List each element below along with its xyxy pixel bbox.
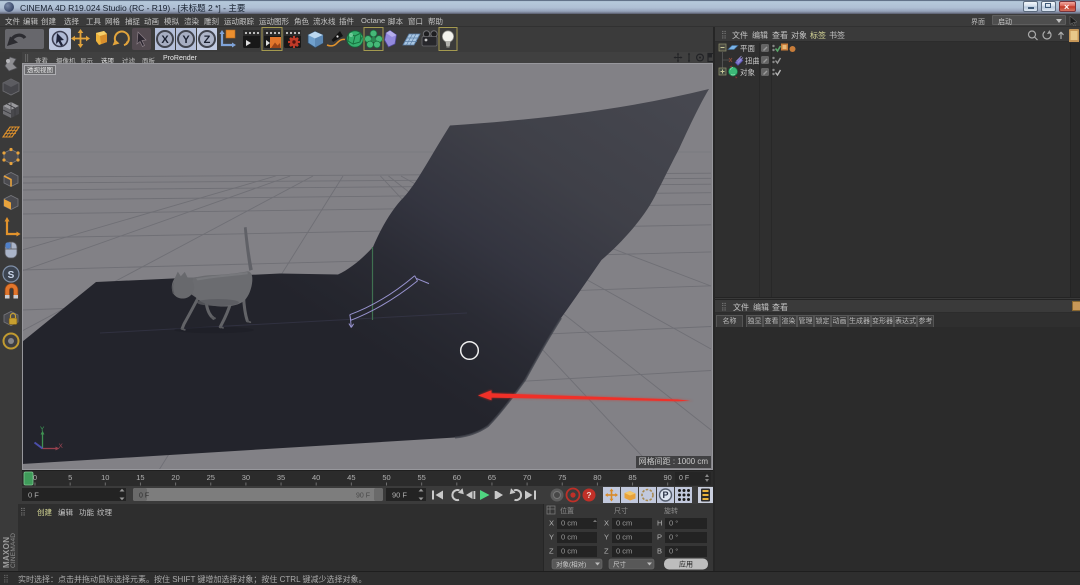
svg-text:0 °: 0 °: [669, 547, 678, 556]
svg-text:0 F: 0 F: [28, 491, 39, 500]
svg-text:X: X: [604, 519, 609, 528]
svg-text:90 F: 90 F: [356, 493, 370, 500]
svg-text:30: 30: [242, 473, 250, 482]
svg-text:55: 55: [417, 473, 425, 482]
svg-text:P: P: [657, 533, 662, 542]
svg-text:0: 0: [33, 473, 37, 482]
svg-text:0 F: 0 F: [139, 493, 149, 500]
svg-text:90: 90: [664, 473, 672, 482]
svg-text:50: 50: [382, 473, 390, 482]
svg-text:Y: Y: [604, 533, 609, 542]
svg-text:P: P: [662, 490, 668, 500]
svg-text:S: S: [8, 270, 15, 281]
svg-text:80: 80: [593, 473, 601, 482]
svg-text:Z: Z: [549, 547, 554, 556]
svg-text:0 cm: 0 cm: [616, 533, 632, 542]
svg-text:40: 40: [312, 473, 320, 482]
svg-text:0 cm: 0 cm: [616, 547, 632, 556]
svg-text:?: ?: [586, 490, 591, 500]
svg-text:Y: Y: [182, 34, 190, 46]
svg-text:20: 20: [171, 473, 179, 482]
svg-text:65: 65: [488, 473, 496, 482]
svg-text:10: 10: [101, 473, 109, 482]
svg-text:85: 85: [628, 473, 636, 482]
svg-text:X: X: [549, 519, 554, 528]
svg-text:0 °: 0 °: [669, 519, 678, 528]
svg-text:H: H: [657, 519, 662, 528]
svg-text:0 cm: 0 cm: [561, 547, 577, 556]
svg-text:Z: Z: [204, 34, 211, 46]
svg-text:尺寸: 尺寸: [613, 560, 627, 569]
svg-text:70: 70: [523, 473, 531, 482]
svg-text:0 cm: 0 cm: [561, 533, 577, 542]
svg-text:75: 75: [558, 473, 566, 482]
svg-text:旋转: 旋转: [664, 506, 678, 515]
svg-text:位置: 位置: [560, 506, 574, 515]
svg-text:Z: Z: [604, 547, 609, 556]
svg-text:5: 5: [68, 473, 72, 482]
svg-text:对象: 对象: [740, 67, 755, 77]
svg-text:0 cm: 0 cm: [616, 519, 632, 528]
svg-text:60: 60: [453, 473, 461, 482]
svg-text:Y: Y: [549, 533, 554, 542]
svg-text:90 F: 90 F: [392, 491, 407, 500]
svg-text:35: 35: [277, 473, 285, 482]
svg-text:B: B: [657, 547, 662, 556]
svg-text:0 °: 0 °: [669, 533, 678, 542]
svg-text:Y: Y: [40, 426, 45, 433]
svg-text:对象(相对): 对象(相对): [556, 560, 586, 569]
svg-text:应用: 应用: [679, 560, 693, 569]
svg-text:X: X: [161, 34, 169, 46]
svg-text:平面: 平面: [740, 44, 755, 53]
svg-text:X: X: [59, 443, 64, 450]
svg-text:25: 25: [207, 473, 215, 482]
svg-text:45: 45: [347, 473, 355, 482]
svg-text:扭曲: 扭曲: [745, 56, 760, 66]
svg-text:15: 15: [136, 473, 144, 482]
svg-text:0 cm: 0 cm: [561, 519, 577, 528]
svg-text:尺寸: 尺寸: [614, 506, 628, 515]
